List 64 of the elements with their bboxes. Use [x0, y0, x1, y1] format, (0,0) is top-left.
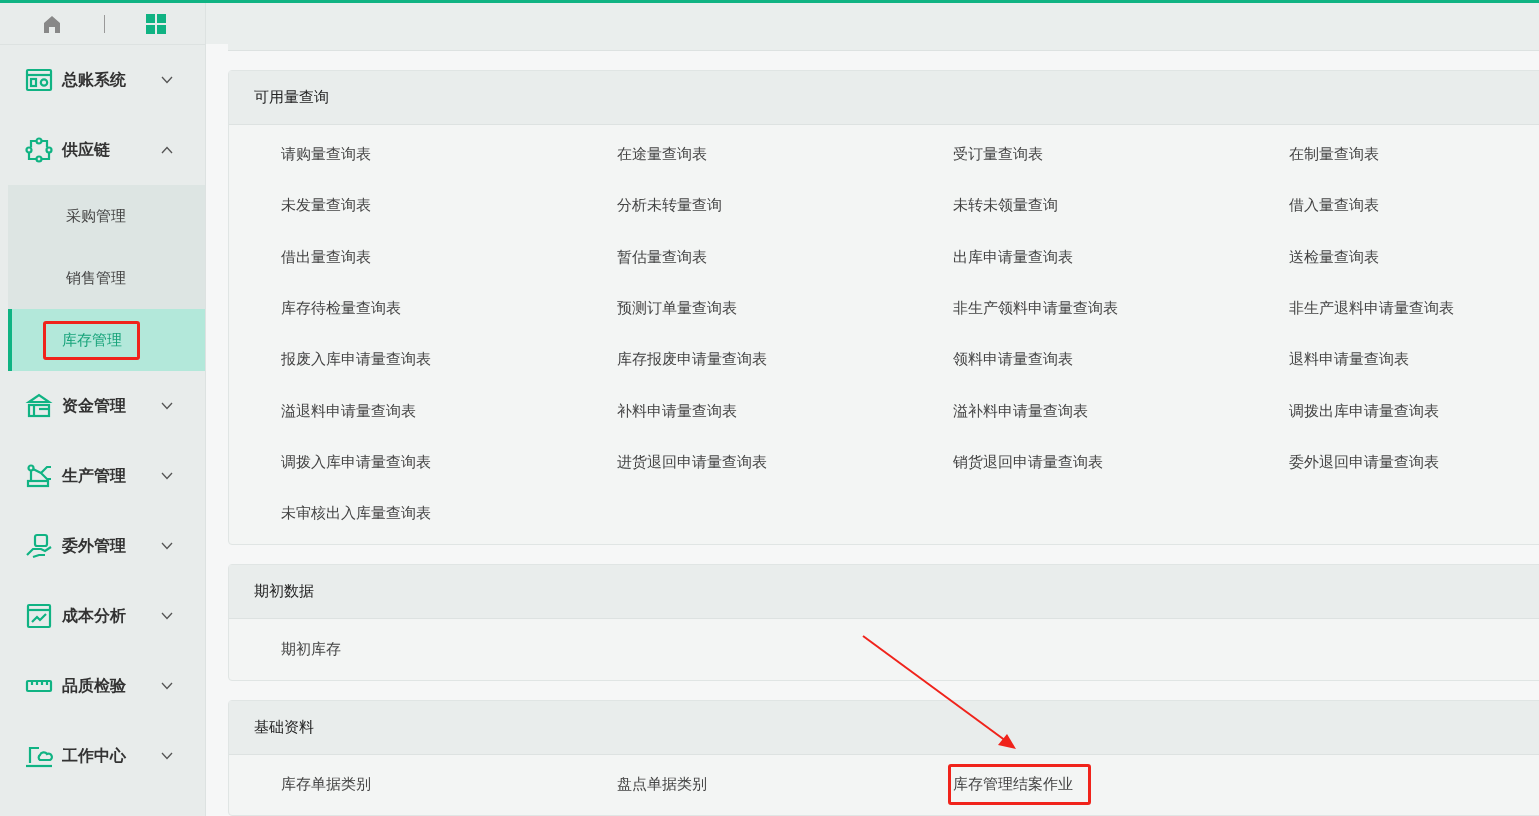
submenu-item[interactable]: 销售管理 [8, 247, 205, 309]
report-link[interactable]: 在制量查询表 [1289, 145, 1379, 165]
menu-group[interactable]: 总账系统 [0, 45, 205, 115]
report-link[interactable]: 预测订单量查询表 [617, 299, 737, 319]
menu-group[interactable]: 委外管理 [0, 511, 205, 581]
report-link[interactable]: 借出量查询表 [281, 247, 371, 267]
menu-group[interactable]: 工作中心 [0, 721, 205, 791]
chevron-up-icon [161, 146, 173, 154]
report-link[interactable]: 调拨出库申请量查询表 [1289, 401, 1439, 421]
network-icon [25, 137, 53, 163]
report-link[interactable]: 非生产退料申请量查询表 [1289, 299, 1454, 319]
report-link[interactable]: 库存报废申请量查询表 [617, 350, 767, 370]
report-link[interactable]: 期初库存 [281, 639, 341, 659]
section-title: 可用量查询 [254, 88, 329, 107]
chevron-down-icon [161, 402, 173, 410]
report-link[interactable]: 受订量查询表 [953, 145, 1043, 165]
menu-group[interactable]: 成本分析 [0, 581, 205, 651]
home-icon[interactable] [42, 13, 62, 34]
menu-group[interactable]: 资金管理 [0, 371, 205, 441]
report-link[interactable]: 溢退料申请量查询表 [281, 401, 416, 421]
section-title: 基础资料 [254, 717, 314, 737]
submenu-label: 库存管理 [43, 320, 140, 360]
report-link[interactable]: 领料申请量查询表 [953, 350, 1073, 370]
chart-icon [25, 603, 53, 629]
submenu-label: 销售管理 [65, 267, 127, 289]
menu-group[interactable]: 供应链 [0, 115, 205, 185]
hand-icon [25, 533, 53, 559]
report-link[interactable]: 进货退回申请量查询表 [617, 452, 767, 472]
chevron-down-icon [161, 682, 173, 690]
report-link[interactable]: 分析未转量查询 [617, 196, 722, 216]
bank-icon [25, 393, 53, 419]
report-link[interactable]: 送检量查询表 [1289, 247, 1379, 267]
report-link[interactable]: 库存单据类别 [281, 774, 371, 794]
report-link[interactable]: 非生产领料申请量查询表 [953, 299, 1118, 319]
report-link[interactable]: 暂估量查询表 [617, 247, 707, 267]
report-link[interactable]: 调拨入库申请量查询表 [281, 452, 431, 472]
chevron-down-icon [161, 76, 173, 84]
menu-group[interactable]: 品质检验 [0, 651, 205, 721]
menu-group[interactable]: 生产管理 [0, 441, 205, 511]
report-link[interactable]: 委外退回申请量查询表 [1289, 452, 1439, 472]
submenu-item[interactable]: 采购管理 [8, 185, 205, 247]
chevron-down-icon [161, 612, 173, 620]
report-link[interactable]: 出库申请量查询表 [953, 247, 1073, 267]
report-link[interactable]: 未审核出入库量查询表 [281, 504, 431, 524]
section-title: 期初数据 [254, 582, 314, 602]
report-link[interactable]: 请购量查询表 [281, 145, 371, 165]
report-link[interactable]: 未发量查询表 [281, 196, 371, 216]
report-link[interactable]: 库存待检量查询表 [281, 299, 401, 319]
grid-icon[interactable] [146, 13, 166, 34]
report-link[interactable]: 退料申请量查询表 [1289, 350, 1409, 370]
report-link[interactable]: 盘点单据类别 [617, 774, 707, 794]
report-link[interactable]: 借入量查询表 [1289, 196, 1379, 216]
chevron-down-icon [161, 752, 173, 760]
report-link[interactable]: 补料申请量查询表 [617, 401, 737, 421]
submenu-label: 采购管理 [65, 205, 127, 227]
report-link[interactable]: 库存管理结案作业 [948, 763, 1091, 805]
report-link[interactable]: 未转未领量查询 [953, 196, 1058, 216]
report-link[interactable]: 溢补料申请量查询表 [953, 401, 1088, 421]
report-link[interactable]: 报废入库申请量查询表 [281, 350, 431, 370]
chevron-down-icon [161, 542, 173, 550]
chevron-down-icon [161, 472, 173, 480]
ledger-icon [25, 67, 53, 93]
report-link[interactable]: 销货退回申请量查询表 [953, 452, 1103, 472]
report-link[interactable]: 在途量查询表 [617, 145, 707, 165]
